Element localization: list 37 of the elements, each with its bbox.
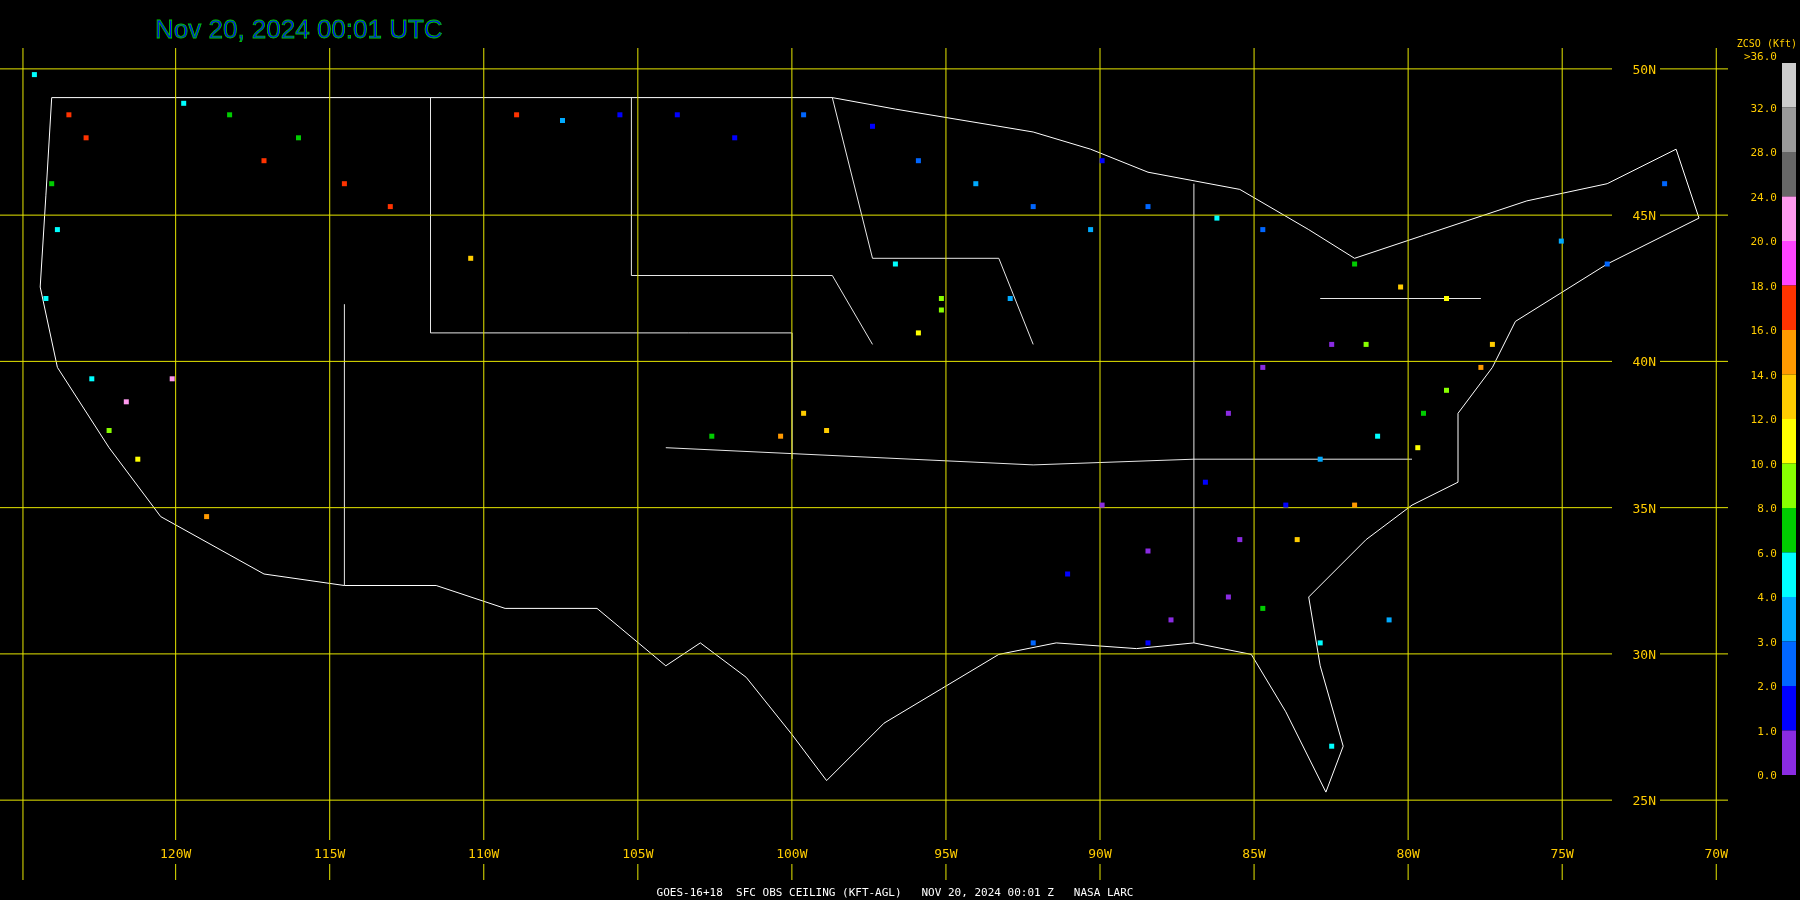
latitude-label: 40N: [1632, 354, 1656, 370]
legend-tick-label: 10.0: [1750, 457, 1777, 471]
legend-tick-label: 32.0: [1750, 101, 1777, 115]
latitude-label: 45N: [1632, 208, 1656, 224]
legend-tick-label: 20.0: [1750, 235, 1777, 248]
legend-tick-label: 6.0: [1757, 546, 1777, 560]
legend-tick-label: 0.0: [1757, 769, 1777, 782]
legend-tick-label: 18.0: [1750, 279, 1777, 293]
legend-tick-label: 2.0: [1757, 680, 1777, 693]
longitude-label: 95W: [934, 846, 958, 861]
longitude-label: 80W: [1396, 846, 1420, 861]
legend-tick-label: 14.0: [1750, 368, 1777, 382]
latitude-label: 25N: [1632, 793, 1656, 809]
longitude-label: 110W: [468, 846, 500, 861]
legend-tick-label: 28.0: [1750, 146, 1777, 159]
legend-tick-label: 1.0: [1757, 724, 1777, 738]
legend-tick-label: 16.0: [1750, 324, 1777, 337]
legend-tick-label: >36.0: [1743, 50, 1777, 63]
longitude-label: 120W: [160, 846, 192, 861]
map-caption: GOES-16+18 SFC OBS CEILING (KFT-AGL) NOV 20, 2024 00:01 Z NASA LARC: [656, 886, 1134, 899]
legend-tick-label: 3.0: [1757, 635, 1777, 649]
legend-tick-label: 8.0: [1757, 502, 1777, 515]
legend-title: ZCSO (Kft): [1736, 38, 1797, 49]
legend-tick-label: 24.0: [1750, 190, 1777, 204]
latitude-label: 35N: [1632, 500, 1656, 516]
longitude-label: 90W: [1088, 846, 1112, 861]
latitude-label: 50N: [1632, 61, 1656, 77]
map-title: Nov 20, 2024 00:01 UTC: [155, 14, 443, 44]
longitude-label: 115W: [314, 846, 346, 861]
longitude-label: 100W: [776, 846, 808, 861]
legend-tick-label: 12.0: [1750, 413, 1777, 426]
latitude-label: 30N: [1632, 646, 1656, 662]
longitude-label: 70W: [1704, 846, 1728, 861]
longitude-label: 85W: [1242, 846, 1266, 861]
longitude-label: 75W: [1550, 846, 1574, 861]
longitude-label: 105W: [622, 846, 654, 861]
legend-tick-label: 4.0: [1757, 591, 1777, 604]
